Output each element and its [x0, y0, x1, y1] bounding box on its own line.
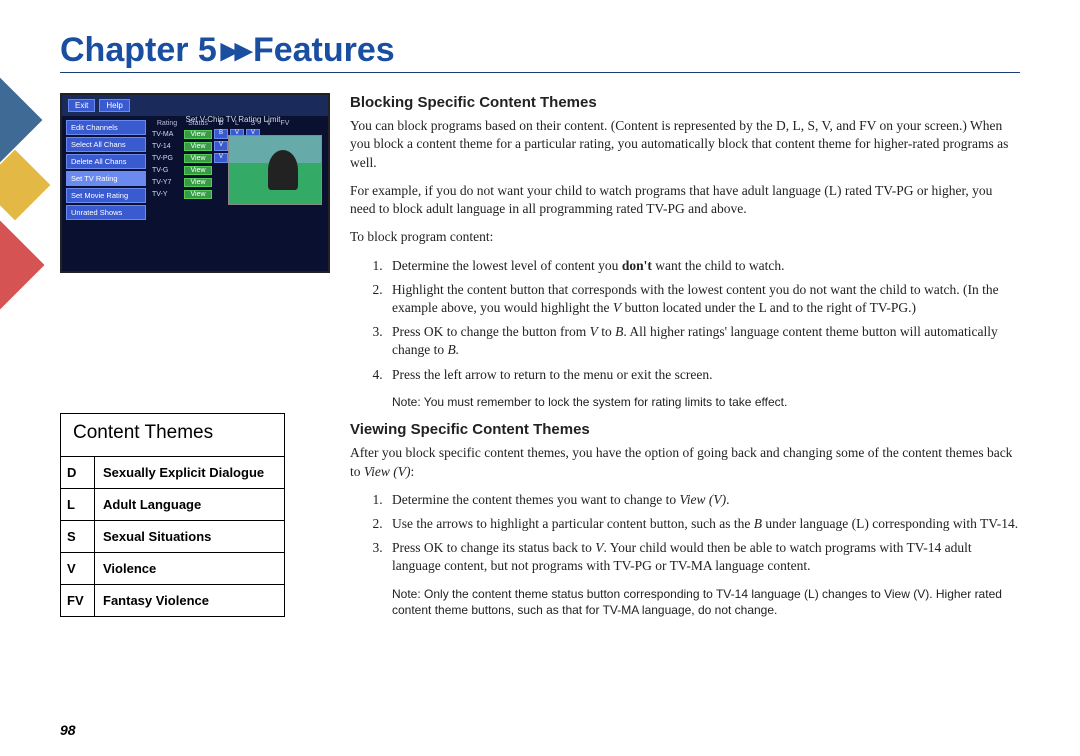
page-number: 98 [60, 722, 76, 738]
list-item: Press the left arrow to return to the me… [386, 366, 1020, 384]
theme-code: D [61, 457, 95, 488]
section-heading: Blocking Specific Content Themes [350, 93, 1020, 113]
grid-col: FV [278, 120, 292, 127]
theme-desc: Violence [95, 553, 284, 584]
body-text: You can block programs based on their co… [350, 117, 1020, 172]
grid-col: Rating [152, 120, 182, 127]
theme-code: V [61, 553, 95, 584]
theme-row: LAdult Language [61, 488, 284, 520]
theme-row: FVFantasy Violence [61, 584, 284, 616]
theme-code: S [61, 521, 95, 552]
grid-col: D [214, 120, 228, 127]
note-text: Note: You must remember to lock the syst… [392, 394, 1010, 410]
list-item: Highlight the content button that corres… [386, 281, 1020, 317]
grid-col: L [230, 120, 244, 127]
theme-desc: Fantasy Violence [95, 585, 284, 616]
chapter-title: Chapter 5▸▸Features [60, 31, 395, 69]
list-item: Determine the content themes you want to… [386, 491, 1020, 509]
chevron-right-icon: ▸▸ [221, 31, 249, 69]
theme-row: SSexual Situations [61, 520, 284, 552]
list-item: Use the arrows to highlight a particular… [386, 515, 1020, 533]
grid-col: Status [184, 120, 212, 127]
tv-preview-figure [268, 150, 298, 190]
chapter-header: Chapter 5▸▸Features [60, 30, 1020, 73]
tv-side-item: Set Movie Rating [66, 188, 146, 203]
theme-row: VViolence [61, 552, 284, 584]
tv-sidebar: Edit Channels Select All Chans Delete Al… [66, 120, 146, 220]
grid-col: S [246, 120, 260, 127]
chapter-prefix: Chapter 5 [60, 31, 217, 69]
main-content: Blocking Specific Content Themes You can… [350, 93, 1020, 628]
tv-help-button: Help [99, 99, 129, 112]
tv-exit-button: Exit [68, 99, 95, 112]
grid-col: V [262, 120, 276, 127]
theme-desc: Sexually Explicit Dialogue [95, 457, 284, 488]
tv-side-item: Unrated Shows [66, 205, 146, 220]
tv-side-item: Edit Channels [66, 120, 146, 135]
tv-side-item-selected: Set TV Rating [66, 171, 146, 186]
body-text: After you block specific content themes,… [350, 444, 1020, 480]
list-item: Press OK to change its status back to V.… [386, 539, 1020, 575]
content-themes-title: Content Themes [61, 414, 284, 457]
body-text: For example, if you do not want your chi… [350, 182, 1020, 218]
tv-screenshot: Exit Help Set V-Chip TV Rating Limit Edi… [60, 93, 330, 273]
content-themes-table: Content Themes DSexually Explicit Dialog… [60, 413, 285, 617]
left-column: Exit Help Set V-Chip TV Rating Limit Edi… [60, 93, 320, 628]
list-item: Press OK to change the button from V to … [386, 323, 1020, 359]
page: Chapter 5▸▸Features Exit Help Set V-Chip… [0, 0, 1080, 756]
body-text: To block program content: [350, 228, 1020, 246]
list-item: Determine the lowest level of content yo… [386, 257, 1020, 275]
tv-side-item: Delete All Chans [66, 154, 146, 169]
note-text: Note: Only the content theme status butt… [392, 586, 1010, 618]
instruction-list: Determine the content themes you want to… [350, 491, 1020, 576]
theme-desc: Adult Language [95, 489, 284, 520]
tv-side-item: Select All Chans [66, 137, 146, 152]
section-heading: Viewing Specific Content Themes [350, 420, 1020, 440]
theme-code: L [61, 489, 95, 520]
instruction-list: Determine the lowest level of content yo… [350, 257, 1020, 384]
chapter-name: Features [253, 31, 395, 69]
theme-row: DSexually Explicit Dialogue [61, 457, 284, 488]
theme-code: FV [61, 585, 95, 616]
theme-desc: Sexual Situations [95, 521, 284, 552]
